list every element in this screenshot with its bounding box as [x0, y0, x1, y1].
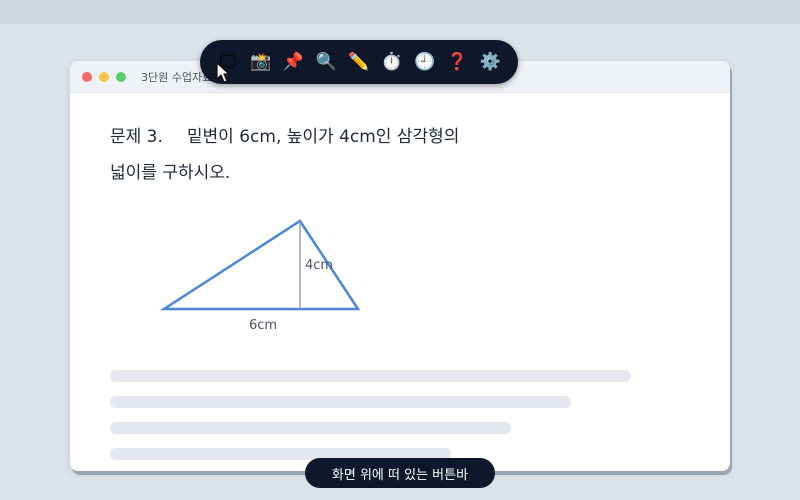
- camera-icon[interactable]: 📸: [248, 49, 274, 75]
- pencil-icon[interactable]: ✏️: [346, 49, 372, 75]
- placeholder-line-3: [110, 422, 511, 434]
- floating-toolbar: 🖵 📸 📌 🔍 ✏️ ⏱️ 🕘 ❓ ⚙️: [200, 40, 518, 84]
- pin-icon[interactable]: 📌: [280, 49, 306, 75]
- problem-text: 문제 3. 밑변이 6cm, 높이가 4cm인 삼각형의 넓이를 구하시오.: [110, 119, 530, 191]
- mouse-cursor-icon: [216, 62, 230, 83]
- placeholder-line-2: [110, 396, 571, 408]
- magnifier-icon[interactable]: 🔍: [313, 49, 339, 75]
- minimize-window-button[interactable]: [99, 71, 109, 82]
- height-label: 4cm: [305, 258, 333, 273]
- maximize-window-button[interactable]: [116, 71, 126, 82]
- problem-statement-line-2: 넓이를 구하시오.: [110, 163, 231, 183]
- question-icon[interactable]: ❓: [444, 49, 470, 75]
- problem-number: 문제 3.: [110, 127, 163, 147]
- placeholder-line-1: [110, 370, 631, 382]
- floating-button-bar-label: 화면 위에 떠 있는 버튼바: [305, 458, 495, 488]
- gear-icon[interactable]: ⚙️: [477, 49, 503, 75]
- problem-line-1: 문제 3. 밑변이 6cm, 높이가 4cm인 삼각형의: [110, 119, 530, 155]
- background-top-strip: [0, 0, 800, 24]
- problem-statement-line-1: 밑변이 6cm, 높이가 4cm인 삼각형의: [186, 127, 460, 147]
- stopwatch-icon[interactable]: ⏱️: [379, 49, 405, 75]
- triangle-figure: 4cm 6cm: [160, 219, 361, 331]
- close-window-button[interactable]: [82, 71, 92, 82]
- clock-icon[interactable]: 🕘: [412, 49, 438, 75]
- base-label: 6cm: [249, 318, 277, 331]
- document-window: 3단원 수업자료 문제 3. 밑변이 6cm, 높이가 4cm인 삼각형의 넓이를…: [70, 61, 730, 471]
